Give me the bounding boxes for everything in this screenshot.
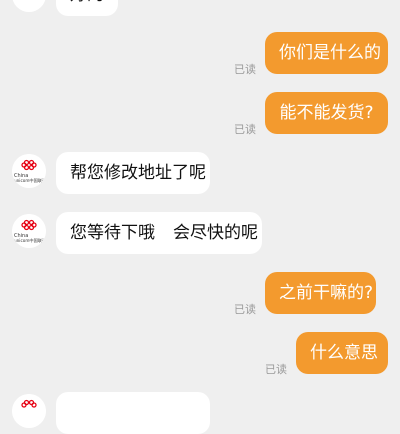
message-outgoing: 已读 之前干嘛的? <box>0 272 400 316</box>
message-incoming: China unicom中国联通 您等待下哦 会尽快的呢 <box>0 212 400 254</box>
message-bubble[interactable]: 你们是什么的 <box>265 32 388 74</box>
china-unicom-logo-icon: China unicom中国联通 <box>12 154 46 188</box>
china-unicom-logo-icon <box>12 0 46 12</box>
read-receipt: 已读 <box>234 123 256 136</box>
chat-conversation: 好的 已读 你们是什么的 已读 能不能发货? China unicom中国 <box>0 0 400 434</box>
message-text: 好的 <box>70 0 104 5</box>
message-incoming: 好的 <box>0 0 400 16</box>
logo-text-unicom: unicom中国联通 <box>14 177 46 184</box>
china-unicom-logo-icon <box>12 394 46 428</box>
message-text: 之前干嘛的? <box>279 283 374 303</box>
message-bubble[interactable]: 什么意思 <box>296 332 388 374</box>
read-receipt: 已读 <box>234 63 256 76</box>
message-bubble[interactable]: 您等待下哦 会尽快的呢 <box>56 212 262 254</box>
message-incoming: China unicom中国联通 帮您修改地址了呢 <box>0 152 400 194</box>
message-bubble[interactable]: 帮您修改地址了呢 <box>56 152 210 194</box>
message-outgoing: 已读 你们是什么的 <box>0 32 400 76</box>
message-text-part: 您等待下哦 <box>70 223 155 243</box>
message-text: 帮您修改地址了呢 <box>70 163 206 183</box>
message-incoming <box>0 392 400 434</box>
read-receipt: 已读 <box>265 363 287 376</box>
message-bubble[interactable] <box>56 392 210 434</box>
message-bubble[interactable]: 好的 <box>56 0 118 16</box>
read-receipt: 已读 <box>234 303 256 316</box>
message-outgoing: 已读 什么意思 <box>0 332 400 376</box>
message-text: 你们是什么的 <box>279 43 381 63</box>
message-text-part: 会尽快的呢 <box>173 223 258 243</box>
contact-avatar[interactable]: China unicom中国联通 <box>12 214 46 248</box>
logo-text-unicom: unicom中国联通 <box>14 237 46 244</box>
china-unicom-logo-icon: China unicom中国联通 <box>12 214 46 248</box>
message-text: 什么意思 <box>310 343 378 363</box>
message-outgoing: 已读 能不能发货? <box>0 92 400 136</box>
message-bubble[interactable]: 能不能发货? <box>265 92 388 134</box>
message-bubble[interactable]: 之前干嘛的? <box>265 272 376 314</box>
contact-avatar[interactable] <box>12 0 46 12</box>
contact-avatar[interactable]: China unicom中国联通 <box>12 154 46 188</box>
message-text: 能不能发货? <box>279 103 374 123</box>
contact-avatar[interactable] <box>12 394 46 428</box>
